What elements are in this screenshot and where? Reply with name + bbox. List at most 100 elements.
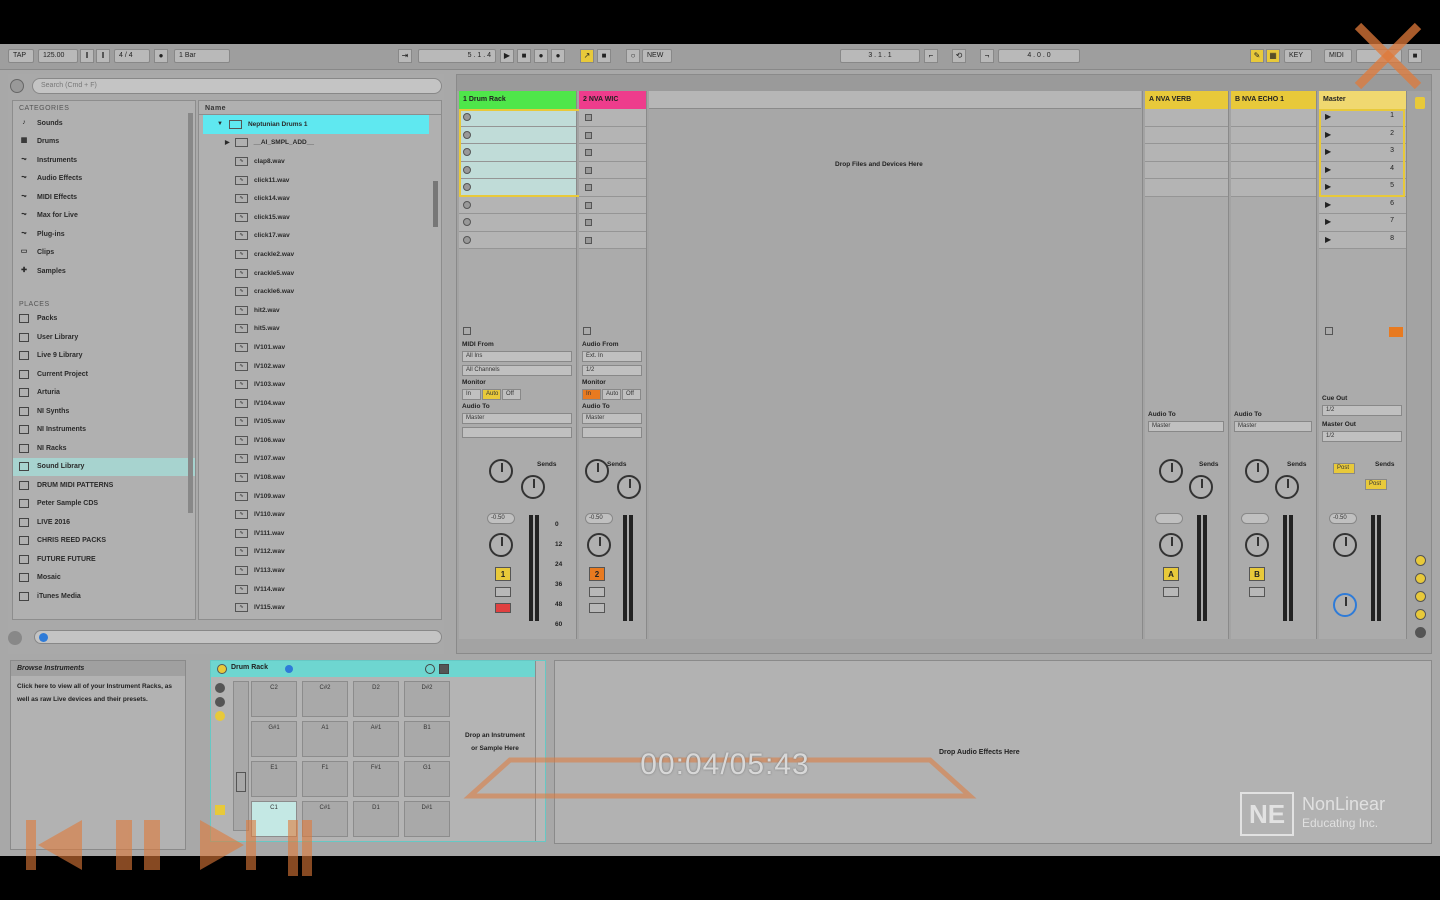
io-toggle-icon[interactable] [215,711,225,721]
arrangement-position[interactable]: 5 . 1 . 4 [418,49,496,63]
clip-slot[interactable] [579,161,646,179]
clip-stop-icon[interactable] [585,219,592,226]
send-a-knob[interactable] [1159,459,1183,483]
sidebar-item-place[interactable]: Packs [13,310,195,329]
hotswap-icon[interactable] [285,665,293,673]
pad-overview[interactable] [233,681,249,831]
output-channel-select[interactable] [462,427,572,438]
sidebar-item-place[interactable]: Current Project [13,365,195,384]
sidebar-item-place[interactable]: Sound Library [13,457,195,476]
input-type-select[interactable]: Ext. In [582,351,642,362]
sidebar-item-category[interactable]: ⏦ Plug-ins [13,225,195,244]
solo-button[interactable] [589,587,605,597]
monitor-in-button[interactable]: In [582,389,601,400]
scene-launch[interactable]: ▶ 8 [1319,231,1406,249]
clip-play-icon[interactable] [463,165,471,174]
drum-pad[interactable]: E1 [251,761,297,797]
file-item[interactable]: ∿ crackle2.wav [199,245,441,264]
follow-icon[interactable]: ⇥ [398,49,412,63]
clip-play-icon[interactable] [463,200,471,209]
monitor-auto-button[interactable]: Auto [602,389,621,400]
monitor-auto-button[interactable]: Auto [482,389,501,400]
solo-button[interactable] [1163,587,1179,597]
clip-slot[interactable] [459,161,576,179]
file-item[interactable]: ∿ IV102.wav [199,357,441,376]
nudge-icon[interactable]: ‖ [80,49,94,63]
name-column-header[interactable]: Name [199,101,441,115]
sidebar-item-place[interactable]: NI Synths [13,402,195,421]
clip-play-icon[interactable] [463,148,471,156]
scene-launch[interactable]: ▶ 6 [1319,196,1406,214]
volume-icon[interactable] [288,820,312,876]
track-activator-button[interactable]: 2 [589,567,605,581]
return-activator-button[interactable]: A [1163,567,1179,581]
returns-toggle-icon[interactable] [1415,591,1426,602]
fold-icon[interactable] [463,327,471,335]
clip-slot[interactable] [459,196,576,214]
send-b-knob[interactable] [1275,475,1299,499]
fold-icon[interactable] [583,327,591,335]
sidebar-item-place[interactable]: Peter Sample CDS [13,495,195,514]
folder-neptunian[interactable]: ▼ Neptunian Drums 1 [203,115,429,134]
play-icon[interactable]: ▶ [500,49,514,63]
volume-field[interactable]: -0.50 [585,513,613,524]
drum-pad[interactable]: D1 [353,801,399,837]
sidebar-item-category[interactable]: ✚ Samples [13,262,195,281]
file-item[interactable]: ∿ IV106.wav [199,431,441,450]
file-item[interactable]: ∿ IV114.wav [199,580,441,599]
clip-stop-icon[interactable] [585,166,592,174]
return-activator-button[interactable]: B [1249,567,1265,581]
overdub-icon[interactable]: ● [551,49,565,63]
file-item[interactable]: ∿ IV115.wav [199,598,441,617]
loop-length-field[interactable]: 4 . 0 . 0 [998,49,1080,63]
record-icon[interactable]: ● [534,49,548,63]
file-item[interactable]: ∿ click17.wav [199,227,441,246]
sidebar-item-place[interactable]: User Library [13,328,195,347]
file-item[interactable]: ∿ IV108.wav [199,468,441,487]
scene-play-icon[interactable]: ▶ [1325,235,1331,244]
track-activator-button[interactable]: 1 [495,567,511,581]
clip-slot[interactable] [579,126,646,144]
track-title[interactable]: 2 NVA WIC [579,91,646,109]
drum-pad[interactable]: F1 [302,761,348,797]
clip-play-icon[interactable] [463,113,471,121]
master-pan-knob[interactable] [1333,533,1357,557]
sidebar-item-place[interactable]: Live 9 Library [13,347,195,366]
sidebar-item-place[interactable]: CHRIS REED PACKS [13,532,195,551]
scene-play-icon[interactable]: ▶ [1325,112,1331,121]
clip-slot[interactable] [579,144,646,162]
solo-button[interactable] [1249,587,1265,597]
scene-launch[interactable]: ▶ 1 [1319,109,1406,127]
cue-out-select[interactable]: 1/2 [1322,405,1402,416]
drum-pad[interactable]: C2 [251,681,297,717]
sidebar-item-place[interactable]: DRUM MIDI PATTERNS [13,476,195,495]
punch-out-icon[interactable]: ¬ [980,49,994,63]
input-channel-select[interactable]: 1/2 [582,365,642,376]
file-item[interactable]: ∿ IV110.wav [199,505,441,524]
clip-slot[interactable] [459,126,576,144]
file-item[interactable]: ∿ IV113.wav [199,561,441,580]
sidebar-item-place[interactable]: Arturia [13,384,195,403]
io-toggle-icon[interactable] [1415,555,1426,566]
file-item[interactable]: ∿ IV107.wav [199,450,441,469]
sidebar-item-place[interactable]: LIVE 2016 [13,513,195,532]
clip-slot[interactable] [579,196,646,214]
clip-play-icon[interactable] [463,183,471,191]
post-button[interactable]: Post [1333,463,1355,474]
crossfader-toggle-icon[interactable] [1415,627,1426,638]
scene-launch[interactable]: ▶ 7 [1319,214,1406,232]
draw-mode-icon[interactable]: ✎ [1250,49,1264,63]
clip-slot[interactable] [579,214,646,232]
file-item[interactable]: ∿ IV105.wav [199,413,441,432]
input-type-select[interactable]: All Ins [462,351,572,362]
clip-stop-icon[interactable] [585,184,592,191]
file-item[interactable]: ∿ hit2.wav [199,301,441,320]
return-track-title[interactable]: A NVA VERB [1145,91,1228,109]
drum-rack-titlebar[interactable]: Drum Rack [211,661,545,677]
punch-in-icon[interactable]: ⌐ [924,49,938,63]
clip-slot[interactable] [459,231,576,249]
nudge-up-icon[interactable]: ‖ [96,49,110,63]
volume-field[interactable]: -0.50 [487,513,515,524]
output-select[interactable]: Master [462,413,572,424]
clip-slot[interactable] [459,109,576,127]
